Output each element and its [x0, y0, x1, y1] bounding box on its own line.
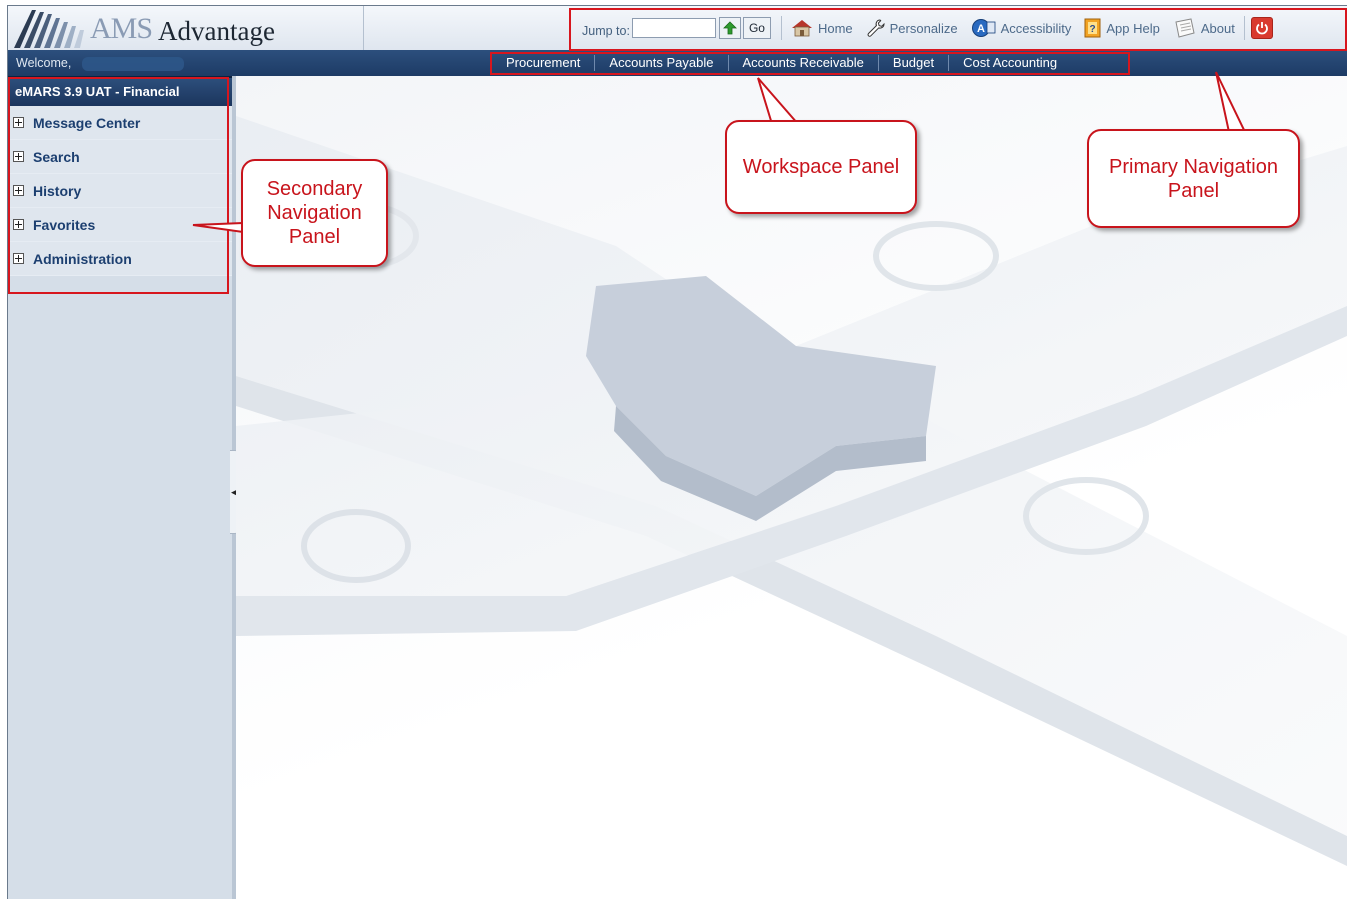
header-divider — [363, 6, 364, 50]
primary-navigation-callout: Primary Navigation Panel — [1087, 129, 1300, 228]
home-icon — [791, 20, 812, 37]
sidebar-item-label: Administration — [33, 250, 132, 267]
tab-procurement[interactable]: Procurement — [491, 55, 594, 71]
tab-cost-accounting[interactable]: Cost Accounting — [948, 55, 1071, 71]
tab-accounts-payable[interactable]: Accounts Payable — [594, 55, 727, 71]
sidebar-item-label: Search — [33, 148, 80, 165]
workspace-navigation: Procurement Accounts Payable Accounts Re… — [491, 50, 1071, 76]
about-link[interactable]: About — [1173, 18, 1235, 38]
jump-to-label: Jump to: — [582, 24, 630, 38]
expand-icon[interactable] — [13, 117, 24, 128]
logo-advantage-text: Advantage — [158, 16, 275, 46]
sidebar-item-label: Favorites — [33, 216, 96, 233]
logout-button[interactable] — [1250, 17, 1273, 39]
about-icon — [1175, 18, 1195, 38]
welcome-text: Welcome, — [16, 56, 72, 70]
sidebar-item-label: History — [33, 182, 82, 199]
building-columns-icon — [14, 10, 84, 48]
tab-accounts-receivable[interactable]: Accounts Receivable — [727, 55, 878, 71]
up-arrow-icon — [722, 21, 737, 35]
jump-to-input[interactable] — [631, 18, 716, 38]
go-button[interactable]: Go — [742, 17, 771, 39]
sidebar-item-favorites[interactable]: Favorites — [8, 208, 232, 242]
workspace-panel-callout: Workspace Panel — [725, 120, 917, 214]
expand-icon[interactable] — [13, 253, 24, 264]
environment-title: eMARS 3.9 UAT - Financial — [8, 76, 232, 106]
personalize-label: Personalize — [889, 20, 958, 36]
logo-ams-text: AMS — [90, 12, 153, 45]
power-icon — [1255, 22, 1268, 35]
expand-icon[interactable] — [13, 151, 24, 162]
app-help-link[interactable]: ? App Help — [1084, 18, 1160, 38]
divider — [780, 16, 782, 40]
sidebar-item-administration[interactable]: Administration — [8, 242, 232, 276]
accessibility-label: Accessibility — [1000, 20, 1072, 36]
sidebar-item-search[interactable]: Search — [8, 140, 232, 174]
about-label: About — [1200, 20, 1235, 36]
app-help-label: App Help — [1106, 20, 1160, 36]
sidebar-item-message-center[interactable]: Message Center — [8, 106, 232, 140]
primary-navigation: Jump to: Go Home Personalize A Accessibi… — [572, 10, 1344, 46]
svg-text:A: A — [977, 23, 985, 35]
redacted-user-name — [82, 57, 184, 71]
help-icon: ? — [1084, 18, 1101, 38]
home-label: Home — [817, 20, 853, 36]
svg-text:?: ? — [1090, 24, 1096, 35]
tab-budget[interactable]: Budget — [877, 55, 948, 71]
divider — [1243, 16, 1245, 40]
ams-advantage-logo: AMS Advantage — [8, 6, 368, 50]
secondary-navigation-callout: Secondary Navigation Panel — [241, 159, 388, 267]
sidebar-item-history[interactable]: History — [8, 174, 232, 208]
wrench-icon — [867, 19, 885, 37]
jump-up-button[interactable] — [718, 17, 741, 39]
secondary-navigation: eMARS 3.9 UAT - Financial Message Center… — [8, 76, 236, 899]
accessibility-link[interactable]: A Accessibility — [971, 18, 1072, 38]
accessibility-icon: A — [971, 19, 995, 37]
sidebar-item-label: Message Center — [33, 114, 141, 131]
personalize-link[interactable]: Personalize — [866, 18, 958, 38]
home-link[interactable]: Home — [790, 19, 853, 37]
expand-icon[interactable] — [13, 219, 24, 230]
expand-icon[interactable] — [13, 185, 24, 196]
workspace-bar: Welcome, Procurement Accounts Payable Ac… — [8, 50, 1347, 76]
header: AMS Advantage Jump to: Go Home Personali… — [8, 6, 1347, 51]
